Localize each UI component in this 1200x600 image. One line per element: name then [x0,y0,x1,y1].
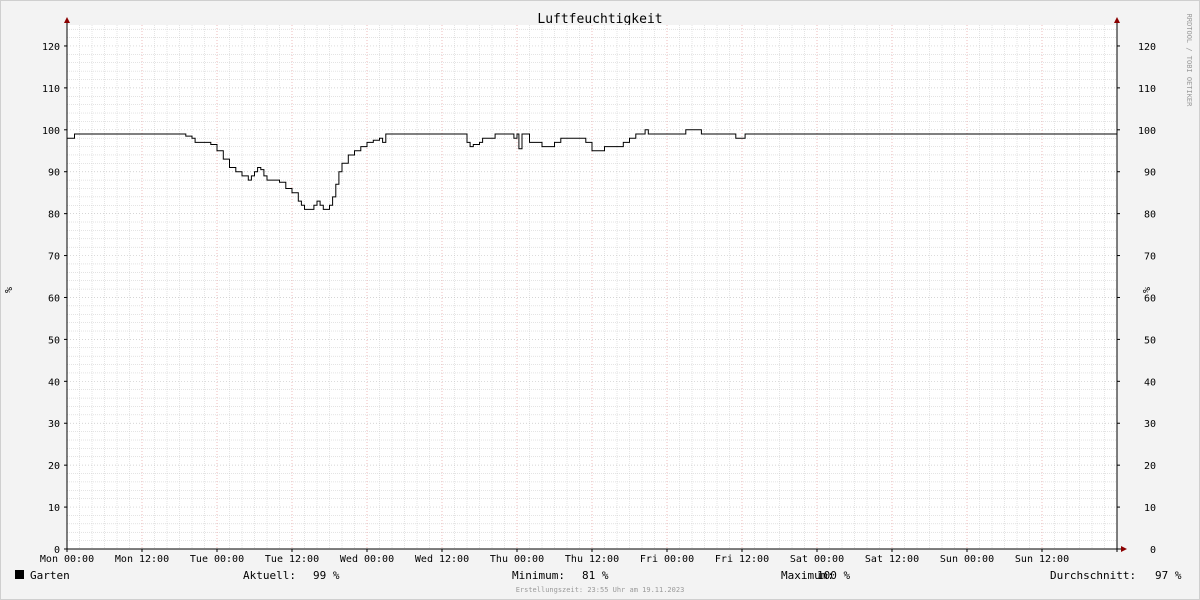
x-tick-label: Fri 00:00 [640,554,694,565]
side-credit: RRDTOOL / TOBI OETIKER [1185,14,1193,108]
y-axis-right: 0 10 20 30 40 50 60 70 80 90 100 110 120 [1117,42,1156,556]
y-tick-label-right: 40 [1144,377,1156,388]
x-tick-label: Tue 12:00 [265,554,319,565]
y-tick-label-right: 20 [1144,461,1156,472]
y-tick-label-left: 60 [48,293,60,304]
y-tick-label-left: 110 [42,84,60,95]
y-tick-label-right: 100 [1138,126,1156,137]
legend-swatch-garten [15,570,24,579]
y-tick-label-left: 120 [42,42,60,53]
stat-maximum-value: 100 % [817,569,850,582]
x-tick-label: Thu 12:00 [565,554,619,565]
x-tick-label: Sat 12:00 [865,554,919,565]
y-tick-label-right: 0 [1150,545,1156,556]
y-tick-label-right: 120 [1138,42,1156,53]
y-tick-label-left: 30 [48,419,60,430]
y-tick-label-right: 10 [1144,503,1156,514]
x-tick-label: Thu 00:00 [490,554,544,565]
x-tick-label: Sun 12:00 [1015,554,1069,565]
x-tick-label: Sun 00:00 [940,554,994,565]
x-tick-label: Fri 12:00 [715,554,769,565]
legend-label: Garten [30,569,70,582]
stat-durchschnitt-value: 97 % [1155,569,1182,582]
y-tick-label-left: 20 [48,461,60,472]
x-axis-arrow [1121,546,1127,552]
y-tick-label-right: 60 [1144,293,1156,304]
creation-time-credit: Erstellungszeit: 23:55 Uhr am 19.11.2023 [516,586,685,594]
y-tick-label-left: 40 [48,377,60,388]
y-tick-label-left: 70 [48,252,60,263]
y-tick-label-right: 110 [1138,84,1156,95]
y-tick-label-left: 100 [42,126,60,137]
x-axis: Mon 00:00 Mon 12:00 Tue 00:00 Tue 12:00 Wed … [40,549,1069,565]
y-tick-label-right: 80 [1144,210,1156,221]
stat-aktuell-value: 99 % [313,569,340,582]
y-axis-left: 0102030405060708090100110120 [42,42,67,556]
x-tick-label: Mon 00:00 [40,554,94,565]
y-tick-label-left: 50 [48,335,60,346]
x-tick-label: Wed 00:00 [340,554,394,565]
y-axis-left-arrow [64,17,70,23]
x-tick-label: Sat 00:00 [790,554,844,565]
stat-aktuell-label: Aktuell: [243,569,296,582]
y-tick-label-right: 70 [1144,252,1156,263]
y-tick-label-left: 10 [48,503,60,514]
stat-durchschnitt-label: Durchschnitt: [1050,569,1136,582]
y-tick-label-left: 80 [48,210,60,221]
y-tick-label-right: 30 [1144,419,1156,430]
stat-minimum-label: Minimum: [512,569,565,582]
y-axis-label-left: % [4,287,15,293]
y-axis-right-arrow [1114,17,1120,23]
x-tick-label: Wed 12:00 [415,554,469,565]
y-tick-label-left: 90 [48,168,60,179]
y-tick-label-right: 50 [1144,335,1156,346]
y-tick-label-right: 90 [1144,168,1156,179]
humidity-chart: Luftfeuchtigkeit 0 10 20 30 40 50 60 70 80 90 100 1… [4,12,1193,594]
x-tick-label: Tue 00:00 [190,554,244,565]
y-axis-label-right: % [1142,287,1153,293]
chart-title: Luftfeuchtigkeit [537,12,662,27]
stat-minimum-value: 81 % [582,569,609,582]
x-tick-label: Mon 12:00 [115,554,169,565]
